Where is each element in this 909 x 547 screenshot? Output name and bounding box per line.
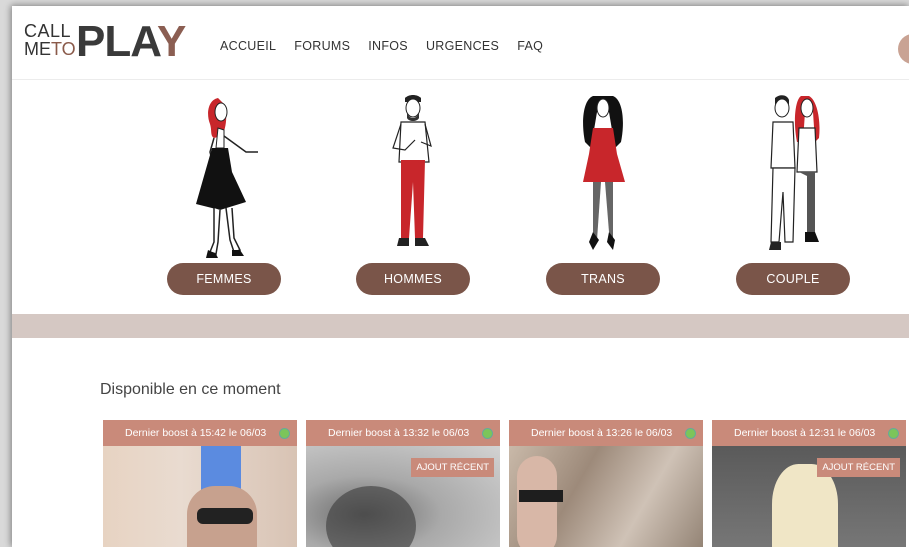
nav-forums[interactable]: FORUMS (294, 39, 350, 53)
logo-meto-text: METO (24, 40, 76, 58)
site-header: CALL METO PLAY ACCUEIL FORUMS INFOS URGE… (12, 6, 909, 80)
logo-y: Y (156, 17, 186, 66)
trans-illustration (583, 96, 625, 250)
photo-lingerie-shape (197, 508, 253, 524)
main-nav: ACCUEIL FORUMS INFOS URGENCES FAQ (220, 39, 543, 53)
boost-label: Dernier boost à 13:26 le 06/03 (509, 420, 703, 446)
logo-to: TO (51, 39, 76, 59)
online-status-icon (279, 428, 290, 439)
photo-figure-shape (326, 486, 416, 547)
photo-stocking-shape (519, 490, 563, 502)
nav-accueil[interactable]: ACCUEIL (220, 39, 276, 53)
new-badge: AJOUT RÉCENT (817, 458, 900, 477)
nav-infos[interactable]: INFOS (368, 39, 408, 53)
logo-call-text: CALL (24, 21, 72, 41)
category-section: FEMMES HOMMES TRANS COUPLE (12, 80, 909, 314)
available-title: Disponible en ce moment (100, 381, 281, 398)
profile-card[interactable]: Dernier boost à 12:31 le 06/03 AJOUT RÉC… (712, 420, 906, 547)
man-illustration (392, 95, 432, 246)
browser-page: CALL METO PLAY ACCUEIL FORUMS INFOS URGE… (12, 6, 909, 547)
section-divider-band (12, 314, 909, 338)
femmes-button[interactable]: FEMMES (167, 263, 281, 295)
user-menu-button[interactable] (898, 34, 909, 64)
trans-button[interactable]: TRANS (546, 263, 660, 295)
couple-illustration (769, 95, 820, 250)
new-badge: AJOUT RÉCENT (411, 458, 494, 477)
profile-photo[interactable] (103, 446, 297, 547)
category-trans[interactable]: TRANS (508, 80, 698, 314)
online-status-icon (888, 428, 899, 439)
available-profiles-list: Dernier boost à 15:42 le 06/03 Dernier b… (103, 420, 909, 547)
category-hommes[interactable]: HOMMES (318, 80, 508, 314)
hommes-button[interactable]: HOMMES (356, 263, 470, 295)
profile-card[interactable]: Dernier boost à 15:42 le 06/03 (103, 420, 297, 547)
profile-photo[interactable] (509, 446, 703, 547)
category-femmes[interactable]: FEMMES (129, 80, 319, 314)
boost-label: Dernier boost à 15:42 le 06/03 (103, 420, 297, 446)
online-status-icon (685, 428, 696, 439)
profile-card[interactable]: Dernier boost à 13:26 le 06/03 (509, 420, 703, 547)
woman-dress-illustration (196, 98, 258, 258)
online-status-icon (482, 428, 493, 439)
profile-card[interactable]: Dernier boost à 13:32 le 06/03 AJOUT RÉC… (306, 420, 500, 547)
boost-label: Dernier boost à 12:31 le 06/03 (712, 420, 906, 446)
nav-urgences[interactable]: URGENCES (426, 39, 499, 53)
couple-button[interactable]: COUPLE (736, 263, 850, 295)
logo-play-text: PLAY (76, 17, 186, 66)
nav-faq[interactable]: FAQ (517, 39, 543, 53)
site-logo[interactable]: CALL METO PLAY (24, 18, 194, 68)
logo-pla: PLA (76, 17, 158, 66)
logo-me: ME (24, 39, 51, 59)
boost-label: Dernier boost à 13:32 le 06/03 (306, 420, 500, 446)
category-couple[interactable]: COUPLE (698, 80, 888, 314)
